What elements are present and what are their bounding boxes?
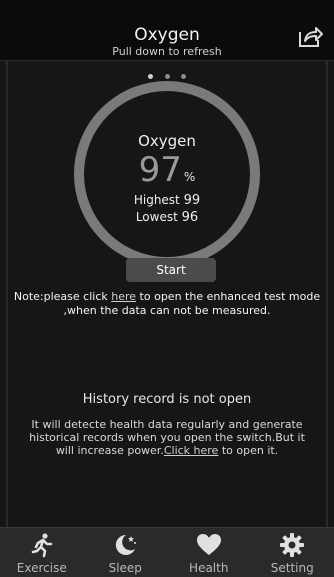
nav-item-setting[interactable]: Setting xyxy=(251,528,334,577)
moon-stars-icon xyxy=(112,532,138,558)
nav-label-exercise: Exercise xyxy=(0,561,84,575)
share-icon[interactable] xyxy=(296,22,324,50)
open-history-link[interactable]: Click here xyxy=(164,444,219,457)
history-status-title: History record is not open xyxy=(0,392,334,407)
nav-item-sleep[interactable]: Sleep xyxy=(84,528,168,577)
refresh-hint: Pull down to refresh xyxy=(0,45,334,58)
lowest-label: Lowest xyxy=(136,210,178,224)
page-title: Oxygen xyxy=(0,25,334,45)
nav-label-health: Health xyxy=(167,561,251,575)
running-person-icon xyxy=(29,532,55,558)
enhanced-mode-note: Note:please click here to open the enhan… xyxy=(4,290,330,318)
nav-label-setting: Setting xyxy=(251,561,334,575)
highest-label: Highest xyxy=(134,193,180,207)
bottom-nav: Exercise Sleep Health xyxy=(0,527,334,577)
history-description: It will detecte health data regularly an… xyxy=(22,418,312,457)
note-prefix: Note:please click xyxy=(14,290,111,303)
lowest-stat: Lowest 96 xyxy=(0,210,334,225)
gauge-label: Oxygen xyxy=(0,132,334,150)
nav-item-health[interactable]: Health xyxy=(167,528,251,577)
enhanced-mode-link[interactable]: here xyxy=(111,290,136,303)
header-bar: Oxygen Pull down to refresh xyxy=(0,0,334,61)
highest-value: 99 xyxy=(184,193,201,208)
gear-icon xyxy=(279,532,305,558)
highest-stat: Highest 99 xyxy=(0,193,334,208)
oxygen-number: 97 xyxy=(139,150,182,190)
right-edge-line xyxy=(326,0,328,576)
start-button[interactable]: Start xyxy=(126,258,216,282)
history-desc-suffix: to open it. xyxy=(218,444,278,457)
oxygen-unit: % xyxy=(184,170,195,184)
left-edge-line xyxy=(6,0,8,576)
nav-label-sleep: Sleep xyxy=(84,561,168,575)
oxygen-value: 97% xyxy=(0,150,334,190)
lowest-value: 96 xyxy=(182,210,199,225)
heart-icon xyxy=(196,532,222,558)
nav-item-exercise[interactable]: Exercise xyxy=(0,528,84,577)
